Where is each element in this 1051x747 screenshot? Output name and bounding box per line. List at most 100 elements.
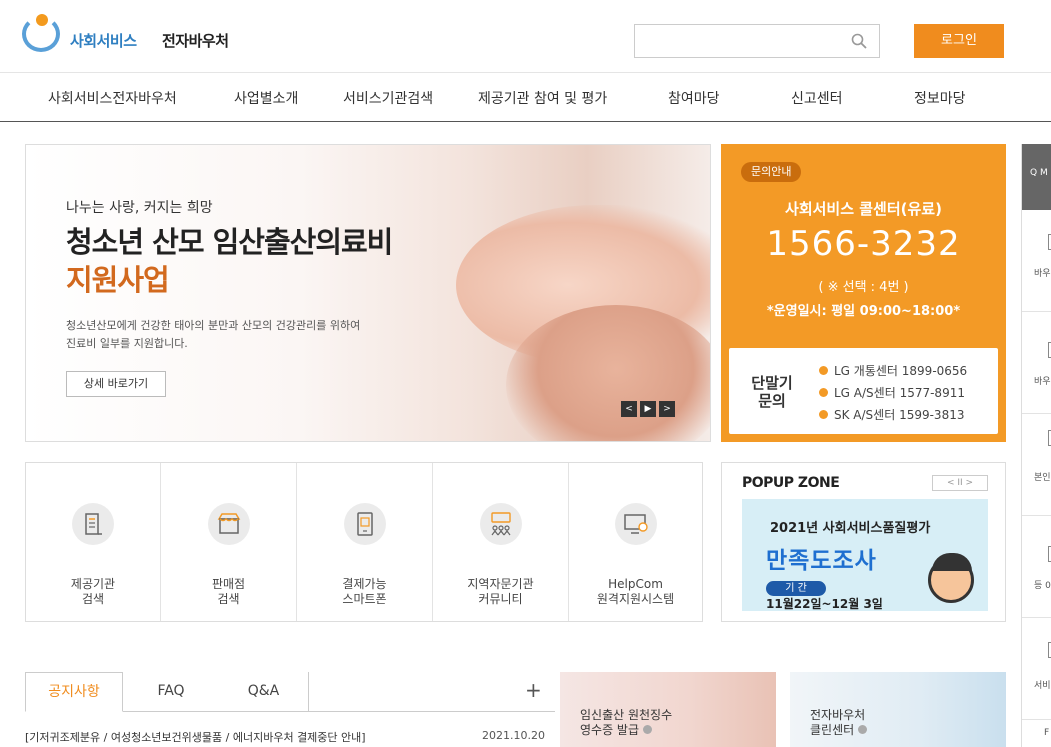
shortcut-label-line2: 스마트폰 [342,592,387,606]
quick-menu-item[interactable]: 서비 0 [1022,618,1051,720]
popup-zone: POPUP ZONE < II > 2021년 사회서비스품질평가 만족도조사 … [721,462,1006,622]
quick-menu-item[interactable]: 본인 진 [1022,414,1051,516]
quick-menu-item[interactable]: 바우 0 [1022,210,1051,312]
promo-clean-center-banner[interactable]: 전자바우처 클린센터 [790,672,1006,747]
quick-item-label: F [1044,728,1050,738]
nav-item-agency-search[interactable]: 서비스기관검색 [343,88,433,108]
arrow-circle-icon [643,725,653,734]
terminal-line: SK A/S센터 1599-3813 [819,406,964,423]
popup-banner-heading: 2021년 사회서비스품질평가 [770,521,931,536]
bullet-icon [819,410,828,419]
store-icon [207,503,250,545]
promo-line2: 클린센터 [810,723,855,737]
shortcut-label-line1: 판매점 [211,577,246,591]
nav-item-business[interactable]: 사업별소개 [234,88,298,108]
banner-prev-button[interactable]: < [621,401,637,417]
smartphone-icon [343,503,386,545]
notice-date: 2021.10.20 [482,729,545,742]
banner-description: 청소년산모에게 건강한 태아의 분만과 산모의 건강관리를 위하여 [66,319,361,332]
promo-line2: 영수증 발급 [580,723,640,737]
monitor-icon [614,503,657,545]
terminal-line-text: LG 개통센터 1899-0656 [834,364,968,378]
callcenter-select-option: ( ※ 선택 : 4번 ) [818,280,909,295]
terminal-line: LG A/S센터 1577-8911 [819,384,965,401]
shortcut-community[interactable]: 지역자문기관 커뮤니티 [433,463,569,621]
character-hair-icon [932,553,972,571]
popup-zone-title: POPUP ZONE [742,475,840,491]
quick-menu-item[interactable]: 바우 0 [1022,312,1051,414]
quick-menu-item[interactable]: F [1022,720,1051,747]
terminal-line: LG 개통센터 1899-0656 [819,362,967,379]
banner-description-2: 진료비 일부를 지원합니다. [66,337,188,350]
main-navigation: 사회서비스전자바우처 사업별소개 서비스기관검색 제공기관 참여 및 평가 참여… [0,72,1051,122]
site-logo[interactable]: 사회서비스 전자바우처 [20,8,280,58]
terminal-line-text: LG A/S센터 1577-8911 [834,386,965,400]
main-banner: 나누는 사랑, 커지는 희망 청소년 산모 임산출산의료비 지원사업 청소년산모… [25,144,711,442]
notice-board: 공지사항 FAQ Q&A + [기저귀조제분유 / 여성청소년보건위생물품 / … [25,672,555,747]
shortcut-label-line1: HelpCom [608,577,663,591]
banner-next-button[interactable]: > [659,401,675,417]
community-icon [479,503,522,545]
building-icon [72,503,114,545]
quick-menu-header: Q M [1022,144,1051,210]
logo-text-secondary: 전자바우처 [162,32,229,50]
bullet-icon [819,388,828,397]
shortcut-label: 판매점 검색 [161,577,296,607]
notice-tabs: 공지사항 FAQ Q&A + [25,672,555,712]
search-icon[interactable] [851,33,867,49]
shortcut-icon-bar: 제공기관 검색 판매점 검색 결제가능 스마트폰 지역자문기관 커뮤니티 HelpCom… [25,462,703,622]
callcenter-panel: 문의안내 사회서비스 콜센터(유료) 1566-3232 ( ※ 선택 : 4번… [721,144,1006,442]
quick-menu-item[interactable]: 등 0 [1022,516,1051,618]
shortcut-label-line2: 원격지원시스템 [596,592,675,606]
callcenter-badge: 문의안내 [741,162,802,182]
shortcut-helpcom[interactable]: HelpCom 원격지원시스템 [569,463,702,621]
nav-item-provider-evaluation[interactable]: 제공기관 참여 및 평가 [478,88,607,108]
terminal-inquiry-box: 단말기 문의 LG 개통센터 1899-0656 LG A/S센터 1577-8… [729,348,998,434]
shortcut-label-line1: 지역자문기관 [467,577,534,591]
banner-title: 청소년 산모 임산출산의료비 [66,225,393,259]
shortcut-provider-search[interactable]: 제공기관 검색 [26,463,161,621]
shortcut-label-line1: 결제가능 [342,577,387,591]
shortcut-label: 제공기관 검색 [26,577,160,607]
nav-item-report-center[interactable]: 신고센터 [791,88,843,108]
shortcut-label-line1: 제공기관 [70,577,116,591]
nav-item-voucher[interactable]: 사회서비스전자바우처 [48,88,177,108]
nav-item-participation[interactable]: 참여마당 [668,88,720,108]
login-button[interactable]: 로그인 [914,24,1004,58]
shortcut-label-line2: 커뮤니티 [478,592,523,606]
nav-item-info[interactable]: 정보마당 [914,88,966,108]
notice-row[interactable]: [기저귀조제분유 / 여성청소년보건위생물품 / 에너지바우처 결제중단 안내]… [25,729,555,745]
search-input[interactable] [634,24,880,58]
terminal-label: 단말기 문의 [751,374,793,410]
quick-item-label: 등 0 [1034,581,1051,591]
quick-menu: Q M 바우 0 바우 0 본인 진 등 0 서비 0 F [1021,144,1051,747]
popup-banner[interactable]: 2021년 사회서비스품질평가 만족도조사 기 간 11월22일~12월 3일 [742,499,988,611]
promo-receipt-banner[interactable]: 임신출산 원천징수 영수증 발급 [560,672,776,747]
shortcut-label-line2: 검색 [217,592,240,606]
promo-line1: 전자바우처 [810,708,866,722]
quick-item-label: 본인 진 [1034,473,1051,483]
tab-qna[interactable]: Q&A [219,672,309,712]
shortcut-label: 지역자문기관 커뮤니티 [433,577,568,607]
shortcut-label-line2: 검색 [81,592,105,606]
popup-banner-title: 만족도조사 [766,548,877,574]
callcenter-title: 사회서비스 콜센터(유료) [785,200,942,218]
logo-text-primary: 사회서비스 [70,32,137,50]
banner-subtitle: 나누는 사랑, 커지는 희망 [66,200,213,216]
bullet-icon [819,366,828,375]
shortcut-smartphone[interactable]: 결제가능 스마트폰 [297,463,433,621]
banner-detail-button[interactable]: 상세 바로가기 [66,371,166,397]
banner-play-button[interactable]: ▶ [640,401,656,417]
quick-item-label: 바우 0 [1034,269,1051,279]
shortcut-label: 결제가능 스마트폰 [297,577,432,607]
more-button[interactable]: + [525,678,542,702]
shortcut-label: HelpCom 원격지원시스템 [569,577,702,607]
popup-zone-controls[interactable]: < II > [932,475,988,491]
promo-text: 전자바우처 클린센터 [810,708,868,738]
promo-line1: 임신출산 원천징수 [580,708,673,722]
tab-faq[interactable]: FAQ [123,672,219,712]
shortcut-store-search[interactable]: 판매점 검색 [161,463,297,621]
quick-item-label: 바우 0 [1034,377,1051,387]
arrow-circle-icon [858,725,868,734]
tab-notice[interactable]: 공지사항 [25,672,123,712]
